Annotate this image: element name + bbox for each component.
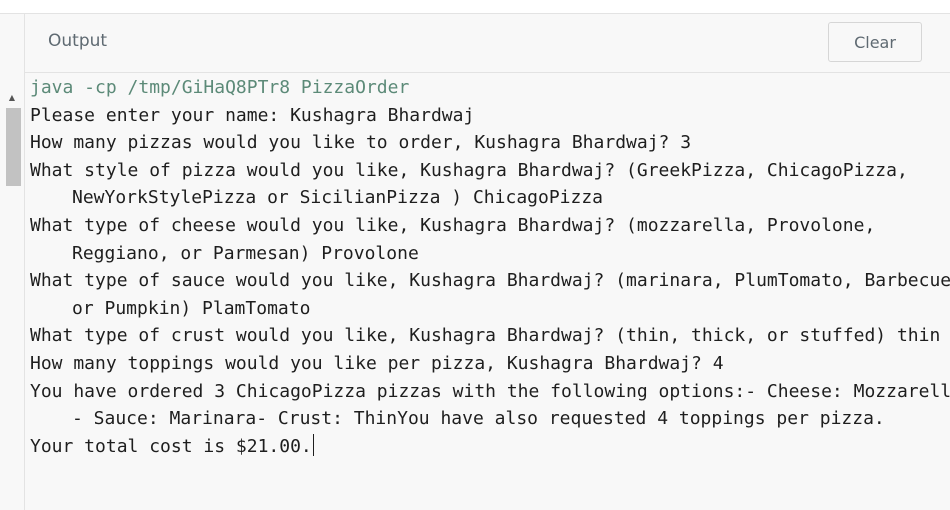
console-output[interactable]: java -cp /tmp/GiHaQ8PTr8 PizzaOrder Plea… <box>30 74 950 461</box>
console-line-wrapped: or Pumpkin) PlamTomato <box>72 297 311 319</box>
console-line-wrapped: - Sauce: Marinara- Crust: ThinYou have a… <box>72 408 885 430</box>
output-header: Output Clear <box>25 14 950 73</box>
panel-title: Output <box>48 31 108 51</box>
console-line: What type of sauce would you like, Kusha… <box>30 270 950 292</box>
console-line: You have ordered 3 ChicagoPizza pizzas w… <box>30 380 950 402</box>
console-line: How many pizzas would you like to order,… <box>30 132 692 154</box>
console-line-wrapped: Reggiano, or Parmesan) Provolone <box>72 242 419 264</box>
output-panel: ▲ Output Clear java -cp /tmp/GiHaQ8PTr8 … <box>0 0 950 510</box>
command-line: java -cp /tmp/GiHaQ8PTr8 PizzaOrder <box>30 77 410 98</box>
console-line-text: Your total cost is $21.00. <box>30 435 312 457</box>
text-cursor <box>312 433 314 456</box>
console-line-wrapped: NewYorkStylePizza or SicilianPizza ) Chi… <box>72 187 604 209</box>
console-line: What style of pizza would you like, Kush… <box>30 159 908 181</box>
console-line: What type of crust would you like, Kusha… <box>30 325 941 347</box>
console-line: What type of cheese would you like, Kush… <box>30 214 876 236</box>
scrollbar-thumb[interactable] <box>6 108 21 186</box>
scroll-up-arrow-icon[interactable]: ▲ <box>6 93 18 103</box>
scrollbar-track[interactable]: ▲ <box>0 14 25 510</box>
console-line: How many toppings would you like per piz… <box>30 352 724 374</box>
console-line: Please enter your name: Kushagra Bhardwa… <box>30 104 475 126</box>
top-strip <box>0 0 950 14</box>
console-last-line: Your total cost is $21.00. <box>30 433 945 461</box>
clear-button[interactable]: Clear <box>828 22 922 62</box>
